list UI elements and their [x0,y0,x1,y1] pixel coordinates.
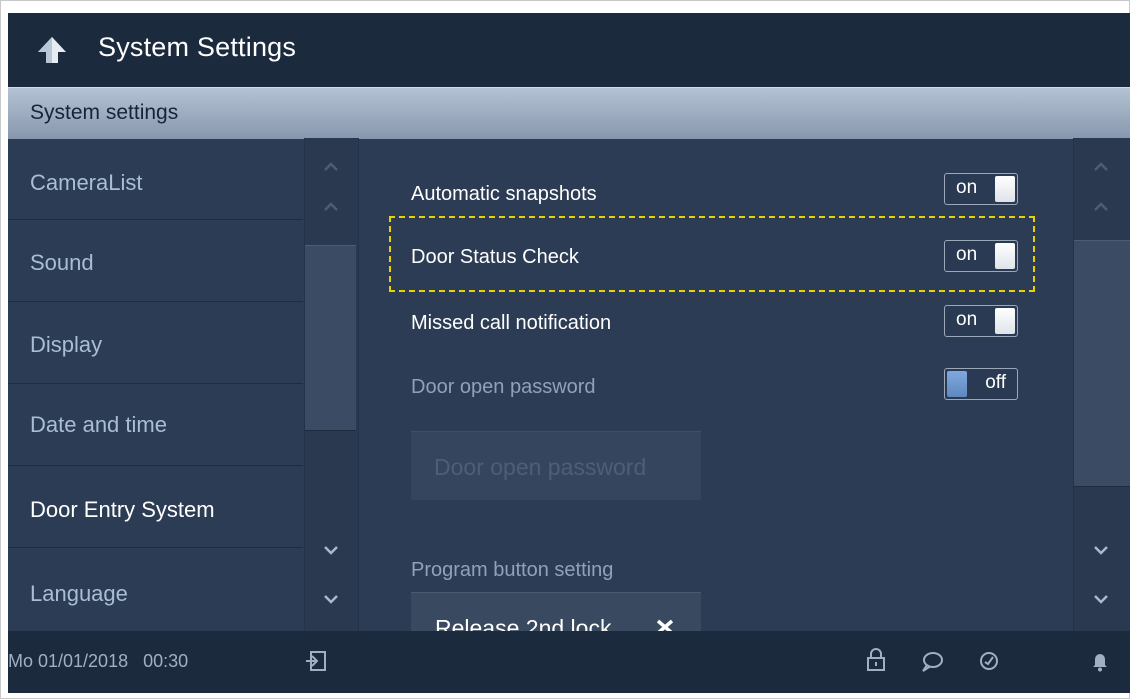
door-open-password-button-label: Door open password [434,454,647,480]
menu-item-label: Language [30,581,128,606]
door-open-password-label: Door open password [411,376,596,398]
scroll-down-icon[interactable] [324,546,338,556]
toggle-knob [995,308,1015,334]
content-scroll-top-icon[interactable] [1094,161,1108,171]
menu-item-display[interactable]: Display [8,302,303,384]
message-icon[interactable] [920,651,944,678]
menu-item-date-and-time[interactable]: Date and time [8,384,303,466]
menu-item-label: CameraList [30,170,143,195]
scroll-bottom-icon[interactable] [324,595,338,605]
program-button-dropdown[interactable]: Release 2nd lock [411,592,701,633]
content-scrollbar-thumb[interactable] [1074,240,1130,487]
program-button-setting-label: Program button setting [411,559,614,581]
missed-call-notification-toggle[interactable]: on [944,305,1018,337]
scroll-up-icon[interactable] [324,201,338,211]
toggle-knob [995,176,1015,202]
automatic-snapshots-toggle[interactable]: on [944,173,1018,205]
status-time: 00:30 [143,651,189,671]
toggle-state-text: off [985,372,1006,393]
status-bar: Mo 01/01/2018 00:30 [8,631,1130,693]
exit-icon[interactable] [305,650,327,677]
menu-item-language[interactable]: Language [8,548,303,629]
menu-item-sound[interactable]: Sound [8,220,303,302]
door-open-password-toggle[interactable]: off [944,368,1018,400]
missed-call-notification-label: Missed call notification [411,312,612,334]
date-time: Mo 01/01/2018 00:30 [8,651,188,672]
menu-scrollbar-thumb[interactable] [305,245,356,431]
section-title: System settings [30,101,179,124]
door-open-password-button[interactable]: Door open password [411,431,701,500]
toggle-knob [947,371,967,397]
automatic-snapshots-label: Automatic snapshots [411,183,597,205]
content-scroll-down-icon[interactable] [1094,546,1108,556]
menu-item-label: Date and time [30,412,167,437]
device-screen: System Settings System settings CameraLi… [8,13,1130,693]
toggle-state-text: on [956,309,978,330]
scroll-top-icon[interactable] [324,161,338,171]
settings-menu: CameraList Sound Display Date and time D… [8,138,303,631]
content-scroll-bottom-icon[interactable] [1094,595,1108,605]
history-icon[interactable] [978,650,1000,677]
status-date: Mo 01/01/2018 [8,651,129,671]
title-bar: System Settings [8,13,1130,87]
menu-item-label: Display [30,332,103,357]
toggle-state-text: on [956,177,978,198]
menu-item-door-entry-system[interactable]: Door Entry System [8,466,303,548]
section-header: System settings [8,87,1130,139]
lock-icon[interactable] [866,648,886,677]
bell-icon[interactable] [1092,650,1108,677]
highlight-annotation [389,216,1035,292]
content-scroll-up-icon[interactable] [1094,201,1108,211]
back-arrow-icon[interactable] [36,35,68,67]
page-title: System Settings [98,32,297,62]
menu-item-label: Sound [30,250,94,275]
menu-item-cameralist[interactable]: CameraList [8,138,303,220]
menu-item-label: Door Entry System [30,497,215,522]
